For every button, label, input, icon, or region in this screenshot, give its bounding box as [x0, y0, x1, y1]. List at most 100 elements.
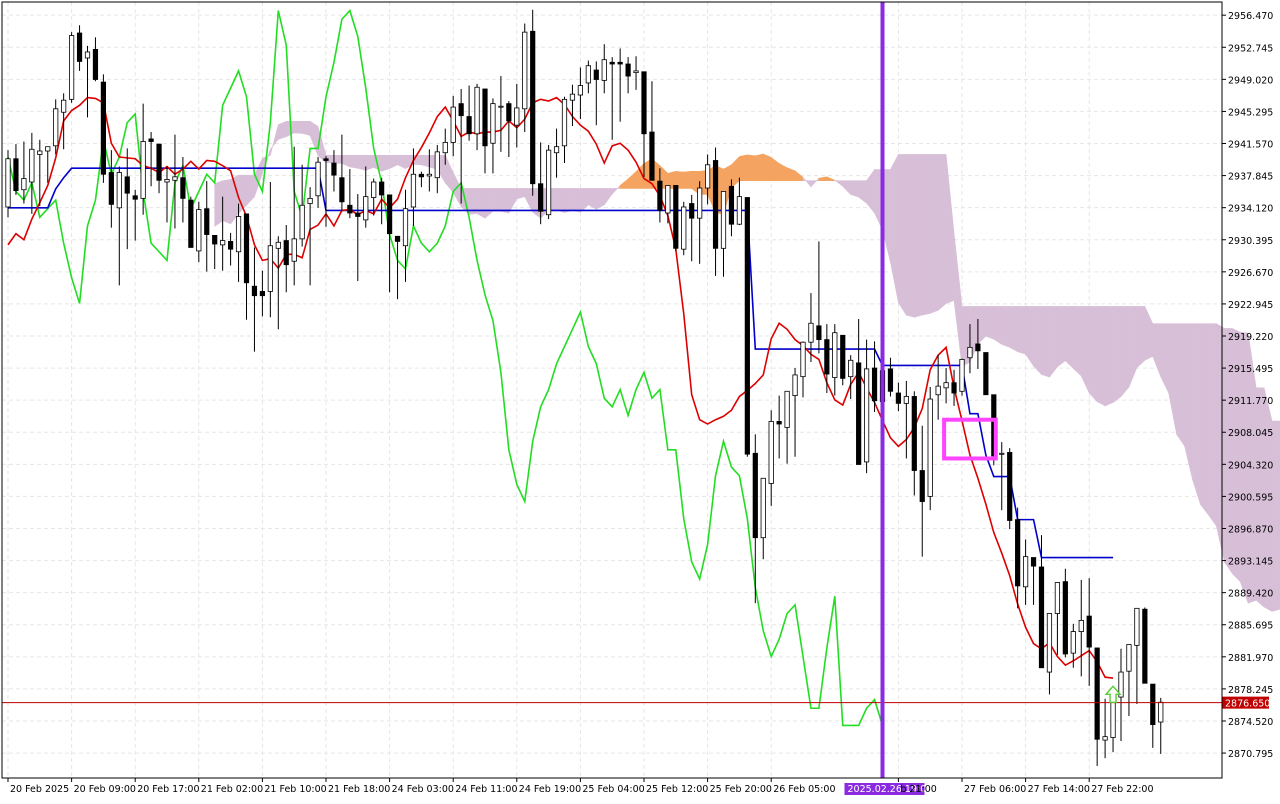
candle[interactable]: [5, 150, 11, 218]
candle-body-bear: [482, 88, 488, 147]
price-tick-label: 2889.420: [1228, 589, 1273, 600]
candle-body-bull: [61, 99, 67, 113]
candle[interactable]: [681, 201, 687, 256]
candle-body-bull: [546, 149, 552, 216]
price-tick-label: 2893.145: [1228, 557, 1273, 568]
cloud-segment: [421, 155, 430, 168]
cloud-segment: [1073, 306, 1082, 377]
candle-body-bull: [315, 161, 321, 197]
cloud-segment: [556, 188, 565, 213]
candle[interactable]: [100, 74, 106, 183]
time-tick-label: 25 Feb 04:00: [582, 784, 644, 795]
candle-body-bull: [553, 146, 560, 154]
candle-body-bull: [21, 178, 27, 191]
candle-body-bear: [951, 382, 957, 394]
candle-body-bull: [164, 179, 170, 183]
candle-body-bear: [227, 241, 234, 250]
candle-body-bull: [410, 173, 417, 208]
cloud-segment: [754, 153, 764, 182]
price-tick-label: 2956.470: [1228, 11, 1273, 22]
cloud-segment: [222, 179, 231, 225]
candle-body-bear: [816, 325, 822, 341]
candle-body-bull: [927, 398, 933, 497]
time-tick-label: 25 Feb 12:00: [646, 784, 708, 795]
candle-body-bear: [148, 138, 154, 142]
candle-body-bull: [140, 141, 146, 199]
candle[interactable]: [188, 196, 194, 248]
candle-body-bull: [800, 341, 806, 378]
time-tick-label: 24 Feb 19:00: [519, 784, 581, 795]
cloud-segment: [1192, 323, 1201, 505]
candle-body-bull: [442, 141, 448, 154]
candle-body-bear: [13, 158, 19, 192]
candle-body-bear: [689, 203, 695, 219]
candle-body-bull: [363, 196, 369, 221]
time-tick-label: 25 Feb 20:00: [710, 784, 772, 795]
cloud-segment: [500, 188, 510, 214]
candle[interactable]: [959, 358, 965, 396]
candle[interactable]: [1007, 448, 1013, 530]
candle-body-bear: [76, 32, 83, 62]
candle-body-bull: [736, 196, 743, 225]
cloud-segment: [1112, 306, 1122, 404]
candle[interactable]: [744, 197, 750, 457]
candle-body-bull: [196, 209, 202, 252]
candle[interactable]: [673, 185, 679, 251]
cloud-segment: [850, 180, 859, 198]
cloud-segment: [1009, 306, 1018, 353]
cloud-segment: [913, 154, 923, 318]
candle-body-bear: [887, 368, 894, 392]
candle-body-bull: [1102, 736, 1108, 741]
candle-body-bear: [641, 71, 647, 135]
cloud-segment: [1136, 306, 1146, 369]
cloud-segment: [1017, 306, 1026, 355]
candle-body-bull: [1158, 701, 1164, 723]
chart-area[interactable]: 2876.650 2025.02.26 19:00 2956.470 2952.74…: [0, 0, 1280, 800]
candle-body-bear: [394, 235, 401, 242]
candle-body-bear: [156, 143, 162, 181]
time-tick-label: 24 Feb 11:00: [455, 784, 517, 795]
candle-body-bull: [498, 105, 504, 108]
candle-body-bull: [172, 176, 178, 181]
time-tick-label: 21 Feb 10:00: [264, 784, 326, 795]
candle-body-bear: [458, 103, 464, 117]
price-tick-label: 2934.120: [1228, 204, 1273, 215]
price-tick-label: 2941.570: [1228, 140, 1273, 151]
price-tick-label: 2874.520: [1228, 717, 1273, 728]
cloud-segment: [349, 155, 359, 169]
candle[interactable]: [530, 9, 536, 196]
candle-body-bull: [514, 107, 520, 126]
candle[interactable]: [1062, 568, 1068, 658]
candle[interactable]: [840, 334, 846, 386]
candle[interactable]: [1142, 607, 1148, 684]
cloud-segment: [572, 188, 581, 213]
price-tick-label: 2904.320: [1228, 460, 1273, 471]
candle-body-bull: [1134, 607, 1140, 646]
candle-body-bull: [601, 59, 607, 81]
candle-body-bear: [418, 173, 425, 178]
candle[interactable]: [69, 32, 75, 103]
candle-body-bull: [784, 390, 790, 428]
candle-body-bear: [744, 197, 750, 455]
candle-body-bull: [291, 238, 297, 262]
chart-svg[interactable]: 2876.6502025.02.26 19:00 2956.4702952.74…: [0, 0, 1280, 800]
candle-body-bear: [1086, 615, 1092, 648]
candle-body-bear: [919, 470, 925, 502]
candle-body-bear: [100, 81, 106, 175]
time-tick-label: 21 Feb 02:00: [201, 784, 263, 795]
cloud-segment: [365, 155, 375, 171]
candle-body-bull: [569, 93, 576, 101]
candle-body-bear: [212, 235, 218, 245]
cloud-segment: [1088, 306, 1098, 403]
candle[interactable]: [546, 144, 552, 220]
cloud-segment: [747, 154, 756, 182]
price-tick-label: 2949.020: [1228, 75, 1273, 86]
candle[interactable]: [983, 352, 989, 396]
candle-body-bear: [204, 208, 210, 235]
candle-body-bear: [538, 183, 544, 212]
cloud-segment: [1057, 306, 1066, 368]
price-tick-label: 2945.295: [1228, 107, 1273, 118]
price-tick-label: 2930.395: [1228, 236, 1273, 247]
candle[interactable]: [927, 386, 933, 511]
candle-body-bear: [331, 162, 337, 176]
